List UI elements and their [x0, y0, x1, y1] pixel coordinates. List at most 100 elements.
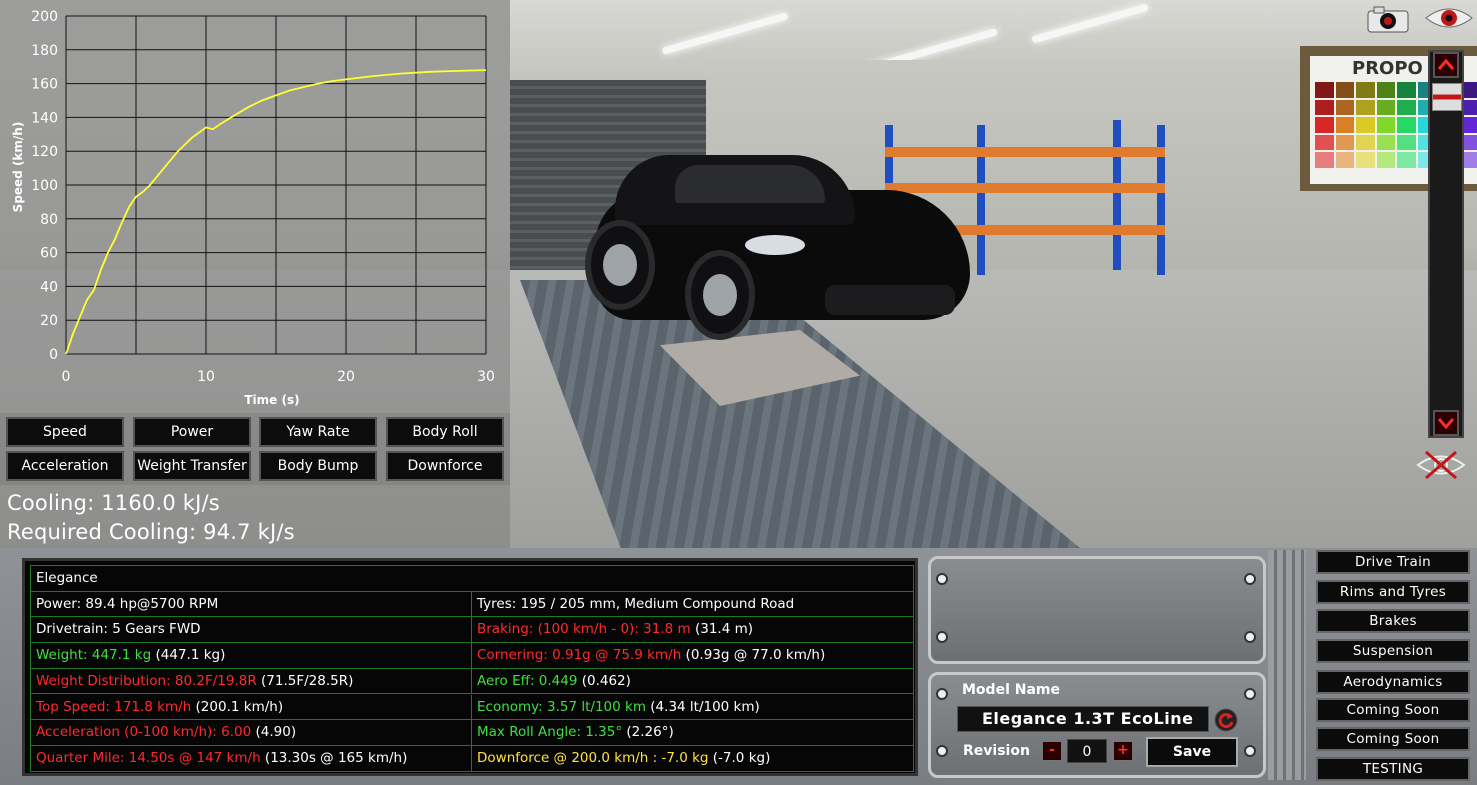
scroll-up-button[interactable] — [1433, 52, 1459, 78]
stat-text: Aero Eff: 0.449 — [477, 672, 578, 689]
bolt-icon — [1244, 573, 1256, 585]
stat-text: (447.1 kg) — [151, 647, 226, 664]
telemetry-chart: 0 20 40 60 80 100 120 140 160 180 200 0 10 20 30 Time (… — [0, 0, 510, 413]
color-swatch — [1376, 134, 1395, 151]
nav-button-coming-soon[interactable]: Coming Soon — [1316, 698, 1470, 722]
y-tick-label: 60 — [40, 246, 58, 262]
revision-increment-button[interactable]: + — [1113, 741, 1133, 761]
stat-text: (200.1 km/h) — [191, 698, 284, 715]
stat-text: (0.93g @ 77.0 km/h) — [681, 647, 826, 664]
color-swatch — [1335, 134, 1354, 151]
x-tick-label: 10 — [197, 369, 215, 385]
color-swatch — [1397, 134, 1416, 151]
stat-text: Top Speed: 171.8 km/h — [36, 698, 192, 715]
stat-text: Weight Distribution: 80.2F/19.8R — [36, 672, 257, 689]
car-model — [585, 150, 975, 350]
stat-cell-left: Weight: 447.1 kg (447.1 kg) — [31, 643, 472, 668]
color-swatch — [1356, 117, 1375, 133]
bolt-icon — [1244, 631, 1256, 643]
color-swatch — [1335, 117, 1354, 133]
graph-button-yaw-rate[interactable]: Yaw Rate — [259, 417, 377, 447]
nav-button-coming-soon[interactable]: Coming Soon — [1316, 727, 1470, 751]
color-swatch — [1376, 152, 1395, 168]
stat-text: (31.4 m) — [690, 621, 753, 638]
graph-button-downforce[interactable]: Downforce — [386, 451, 504, 481]
camera-icon[interactable] — [1366, 5, 1410, 33]
nav-button-testing[interactable]: TESTING — [1316, 757, 1470, 781]
bolt-icon — [936, 631, 948, 643]
chevron-down-icon — [1437, 418, 1455, 430]
stat-text: Acceleration (0-100 km/h): 6.00 — [36, 724, 252, 741]
y-tick-label: 40 — [40, 279, 58, 295]
scroll-down-button[interactable] — [1433, 410, 1459, 436]
x-axis-label: Time (s) — [244, 393, 299, 407]
y-tick-label: 0 — [49, 347, 58, 363]
hide-ui-icon[interactable] — [1416, 448, 1466, 482]
revision-value: 0 — [1067, 739, 1107, 763]
model-name-label: Model Name — [962, 682, 1060, 698]
color-swatch — [1356, 99, 1375, 116]
stat-cell-right: Downforce @ 200.0 km/h : -7.0 kg (-7.0 k… — [472, 746, 913, 772]
stat-text: (4.34 lt/100 km) — [646, 698, 760, 715]
color-swatch — [1315, 82, 1334, 98]
color-swatch — [1376, 82, 1395, 98]
graph-button-acceleration[interactable]: Acceleration — [6, 451, 124, 481]
nav-button-rims-and-tyres[interactable]: Rims and Tyres — [1316, 580, 1470, 604]
stats-row: Power: 89.4 hp@5700 RPM Tyres: 195 / 205 … — [31, 591, 913, 618]
nav-button-aerodynamics[interactable]: Aerodynamics — [1316, 670, 1470, 694]
stat-text: Downforce @ 200.0 km/h : -7.0 kg — [477, 749, 709, 766]
graph-button-body-bump[interactable]: Body Bump — [259, 451, 377, 481]
panel-divider — [1268, 550, 1306, 780]
stat-text: (71.5F/28.5R) — [256, 672, 354, 689]
stat-cell-left: Power: 89.4 hp@5700 RPM — [31, 591, 472, 617]
stats-row: Acceleration (0-100 km/h): 6.00 (4.90) Ma… — [31, 720, 913, 746]
car-stats-panel: Elegance Power: 89.4 hp@5700 RPM Tyres: 1… — [22, 558, 918, 776]
stat-text: Cornering: 0.91g @ 75.9 km/h — [477, 647, 682, 664]
bolt-icon — [936, 573, 948, 585]
nav-button-suspension[interactable]: Suspension — [1316, 639, 1470, 663]
y-tick-label: 80 — [40, 212, 58, 228]
y-tick-label: 120 — [31, 144, 58, 160]
color-swatch — [1397, 82, 1416, 98]
stats-table: Elegance Power: 89.4 hp@5700 RPM Tyres: 1… — [30, 565, 914, 772]
stat-text: Weight: 447.1 kg — [36, 647, 152, 664]
graph-button-body-roll[interactable]: Body Roll — [386, 417, 504, 447]
graph-button-speed[interactable]: Speed — [6, 417, 124, 447]
color-swatch — [1397, 99, 1416, 116]
eye-icon[interactable] — [1424, 5, 1474, 31]
stat-text: Max Roll Angle: 1.35° — [477, 724, 623, 741]
chevron-up-icon — [1437, 58, 1455, 70]
model-name-input[interactable]: Elegance 1.3T EcoLine — [957, 706, 1209, 732]
stat-text: (0.462) — [577, 672, 631, 689]
bolt-icon — [1244, 688, 1256, 700]
car-name: Elegance — [36, 570, 98, 586]
stat-cell-left: Top Speed: 171.8 km/h (200.1 km/h) — [31, 694, 472, 720]
y-tick-label: 20 — [40, 313, 58, 329]
color-swatch — [1315, 117, 1334, 133]
stat-text: Tyres: 195 / 205 mm, Medium Compound Roa… — [477, 595, 795, 612]
stat-cell-right: Tyres: 195 / 205 mm, Medium Compound Roa… — [472, 592, 913, 617]
stats-row: Weight Distribution: 80.2F/19.8R (71.5F/… — [31, 668, 913, 695]
y-tick-label: 100 — [31, 178, 58, 194]
nav-button-drive-train[interactable]: Drive Train — [1316, 550, 1470, 574]
stat-cell-right: Aero Eff: 0.449 (0.462) — [472, 669, 913, 694]
save-button[interactable]: Save — [1146, 737, 1238, 767]
stat-cell-right: Braking: (100 km/h - 0): 31.8 m (31.4 m) — [472, 617, 913, 642]
revision-decrement-button[interactable]: - — [1042, 741, 1062, 761]
stat-text: Drivetrain: 5 Gears FWD — [36, 621, 201, 638]
scroll-thumb[interactable] — [1432, 83, 1462, 111]
stat-cell-left: Drivetrain: 5 Gears FWD — [31, 617, 472, 643]
stat-cell-left: Acceleration (0-100 km/h): 6.00 (4.90) — [31, 720, 472, 745]
graph-button-power[interactable]: Power — [133, 417, 251, 447]
nav-button-brakes[interactable]: Brakes — [1316, 609, 1470, 633]
stat-cell-right: Max Roll Angle: 1.35° (2.26°) — [472, 720, 913, 745]
graph-button-weight-transfer[interactable]: Weight Transfer — [133, 451, 251, 481]
refresh-icon[interactable] — [1214, 708, 1238, 732]
info-plate — [928, 556, 1266, 664]
color-swatch — [1376, 99, 1395, 116]
y-axis-label: Speed (km/h) — [11, 122, 25, 213]
poster-title: PROPO — [1352, 58, 1423, 79]
y-tick-label: 180 — [31, 43, 58, 59]
bolt-icon — [936, 688, 948, 700]
color-swatch — [1335, 99, 1354, 116]
